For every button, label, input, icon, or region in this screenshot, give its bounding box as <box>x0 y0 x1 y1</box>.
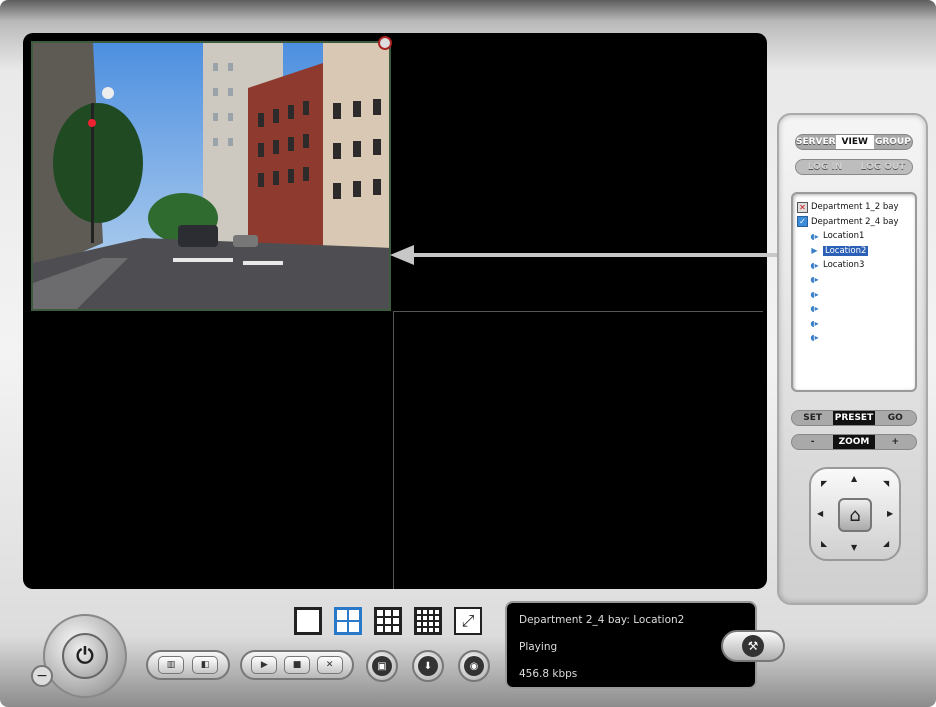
wrench-icon: ⚒ <box>742 635 764 657</box>
pan-right-icon[interactable]: ▶ <box>887 509 893 518</box>
camera-label: Location3 <box>823 260 865 271</box>
tree-camera-3[interactable]: ◖▸ Location3 <box>797 258 911 273</box>
grid-divider-vertical <box>393 311 394 589</box>
pan-up-left-icon[interactable]: ◤ <box>821 479 827 488</box>
playback-controls: ▶ ■ ✕ <box>240 650 354 680</box>
pan-up-icon[interactable]: ▲ <box>851 474 857 483</box>
error-x-icon: ✕ <box>797 201 808 213</box>
zoom-controls: - ZOOM + <box>791 434 917 450</box>
tree-camera-empty[interactable]: ◖▸ <box>797 287 911 302</box>
tree-camera-2[interactable]: ▶ Location2 <box>797 244 911 259</box>
camera-icon: ◖▸ <box>810 304 819 314</box>
ptz-pad: ▲ ▼ ◀ ▶ ◤ ◥ ◣ ◢ ⌂ <box>809 467 901 561</box>
power-icon: ⏻ <box>62 633 108 679</box>
video-channel-3[interactable] <box>27 313 391 583</box>
download-button[interactable]: ⬇ <box>412 650 444 682</box>
microphone-icon[interactable]: ▥ <box>158 656 184 674</box>
close-icon[interactable]: ✕ <box>316 656 343 674</box>
camera-snapshot-icon: ◉ <box>464 656 484 676</box>
zoom-label: ZOOM <box>833 435 875 449</box>
camera-icon: ◖▸ <box>810 333 819 343</box>
record-button[interactable]: ▣ <box>366 650 398 682</box>
layout-2x2-icon[interactable] <box>334 607 362 635</box>
play-icon[interactable]: ▶ <box>251 656 278 674</box>
camera-icon: ◖▸ <box>810 231 819 241</box>
video-channel-2[interactable] <box>395 37 761 311</box>
app-window: SERVER VIEW GROUP LOG IN LOG OUT ✕ Depar… <box>0 0 936 707</box>
tree-camera-1[interactable]: ◖▸ Location1 <box>797 229 911 244</box>
status-camera: Department 2_4 bay: Location2 <box>519 614 685 626</box>
tab-server[interactable]: SERVER <box>796 135 836 149</box>
login-button[interactable]: LOG IN <box>796 160 854 174</box>
pan-down-left-icon[interactable]: ◣ <box>821 539 827 548</box>
tree-camera-empty[interactable]: ◖▸ <box>797 316 911 331</box>
preset-controls: SET PRESET GO <box>791 410 917 426</box>
camera-tree: ✕ Department 1_2 bay ✓ Department 2_4 ba… <box>791 192 917 392</box>
play-icon: ▶ <box>811 246 818 256</box>
camera-icon: ◖▸ <box>810 289 819 299</box>
camera-icon: ◖▸ <box>810 318 819 328</box>
set-button[interactable]: SET <box>792 411 833 425</box>
tree-camera-empty[interactable]: ◖▸ <box>797 331 911 346</box>
pan-up-right-icon[interactable]: ◥ <box>883 479 889 488</box>
street-camera-feed <box>33 43 389 309</box>
tree-camera-empty[interactable]: ◖▸ <box>797 302 911 317</box>
group-label: Department 2_4 bay <box>811 216 899 227</box>
camera-icon: ◖▸ <box>810 260 819 270</box>
tree-group-2[interactable]: ✓ Department 2_4 bay <box>797 215 911 230</box>
control-panel: SERVER VIEW GROUP LOG IN LOG OUT ✕ Depar… <box>777 113 928 605</box>
mode-tabs: SERVER VIEW GROUP <box>795 134 913 150</box>
go-button[interactable]: GO <box>875 411 916 425</box>
zoom-out-button[interactable]: - <box>792 435 833 449</box>
tab-view[interactable]: VIEW <box>835 135 874 149</box>
stop-icon[interactable]: ■ <box>283 656 310 674</box>
layout-3x3-icon[interactable] <box>374 607 402 635</box>
home-icon[interactable]: ⌂ <box>838 498 872 532</box>
layout-1x1-icon[interactable] <box>294 607 322 635</box>
speaker-icon[interactable]: ◧ <box>192 656 218 674</box>
status-bitrate: 456.8 kbps <box>519 668 578 680</box>
auth-buttons: LOG IN LOG OUT <box>795 159 913 175</box>
drag-arrow-annotation <box>390 245 782 265</box>
group-label: Department 1_2 bay <box>811 202 899 213</box>
camera-icon: ◖▸ <box>810 275 819 285</box>
close-channel-icon[interactable] <box>378 36 392 50</box>
layout-4x4-icon[interactable] <box>414 607 442 635</box>
download-icon: ⬇ <box>418 656 438 676</box>
video-grid <box>23 33 767 589</box>
record-icon: ▣ <box>372 656 392 676</box>
pan-left-icon[interactable]: ◀ <box>817 509 823 518</box>
fullscreen-icon[interactable]: ⤢ <box>454 607 482 635</box>
tab-group[interactable]: GROUP <box>874 135 912 149</box>
grid-divider-horizontal <box>393 311 763 312</box>
pan-down-icon[interactable]: ▼ <box>851 543 857 552</box>
status-panel: Department 2_4 bay: Location2 Playing 45… <box>505 601 757 689</box>
preset-button[interactable]: PRESET <box>833 411 875 425</box>
bottom-toolbar: ⏻ − ▥ ◧ ▶ ■ ✕ ▣ ⬇ ◉ ⤢ Department 2_4 bay… <box>0 595 936 707</box>
camera-label: Location1 <box>823 231 865 242</box>
snapshot-button[interactable]: ◉ <box>458 650 490 682</box>
minimize-icon[interactable]: − <box>31 665 53 687</box>
audio-controls: ▥ ◧ <box>146 650 230 680</box>
video-channel-4[interactable] <box>395 313 761 583</box>
camera-label-selected: Location2 <box>823 245 869 256</box>
check-icon: ✓ <box>797 216 808 228</box>
status-state: Playing <box>519 641 558 653</box>
zoom-in-button[interactable]: + <box>875 435 916 449</box>
settings-button[interactable]: ⚒ <box>721 630 785 662</box>
power-button[interactable]: ⏻ <box>43 614 127 698</box>
video-channel-1[interactable] <box>31 41 391 311</box>
pan-down-right-icon[interactable]: ◢ <box>883 539 889 548</box>
logout-button[interactable]: LOG OUT <box>854 160 912 174</box>
tree-camera-empty[interactable]: ◖▸ <box>797 273 911 288</box>
tree-group-1[interactable]: ✕ Department 1_2 bay <box>797 200 911 215</box>
